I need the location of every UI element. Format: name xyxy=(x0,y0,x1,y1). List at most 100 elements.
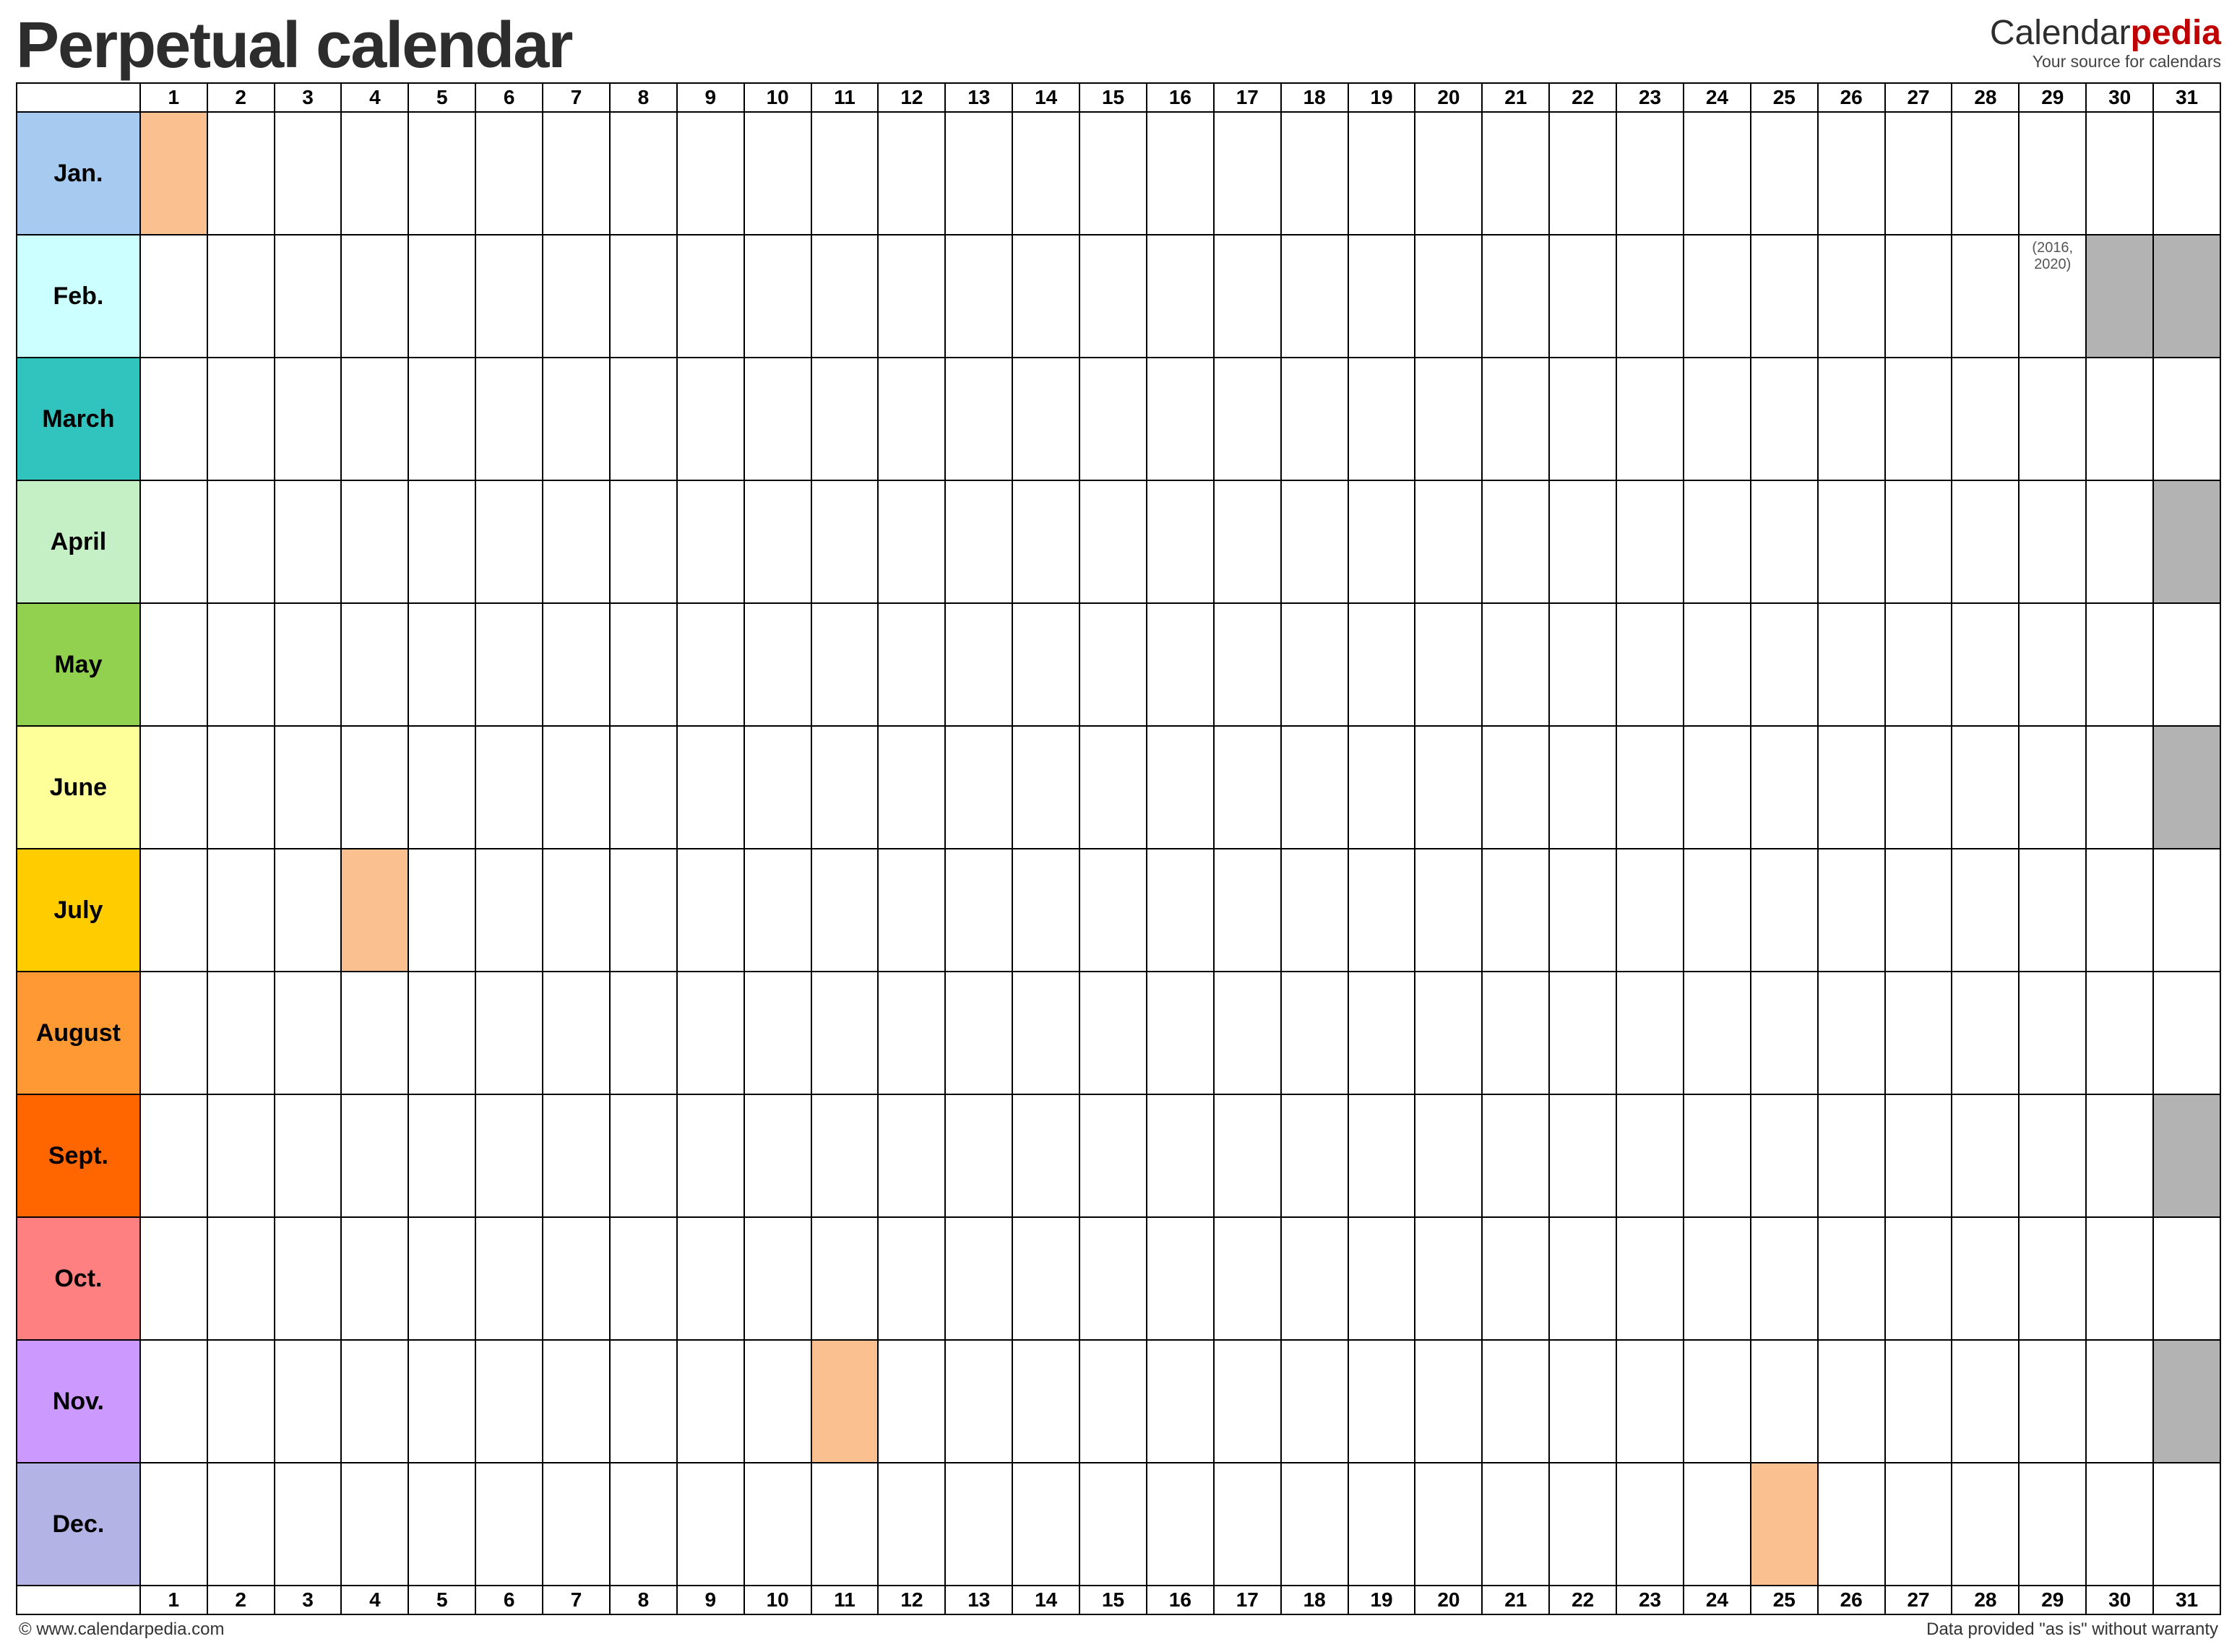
footer-right: Data provided "as is" without warranty xyxy=(1926,1619,2218,1640)
day-header-bottom-7: 7 xyxy=(543,1586,610,1614)
cell-nov-14 xyxy=(1012,1340,1079,1463)
cell-oct-10 xyxy=(744,1217,811,1340)
corner-blank-top xyxy=(17,83,140,112)
month-header-august: August xyxy=(17,972,140,1094)
day-header-bottom-30: 30 xyxy=(2086,1586,2153,1614)
cell-march-20 xyxy=(1415,358,1482,480)
cell-sept-4 xyxy=(341,1094,408,1217)
cell-nov-10 xyxy=(744,1340,811,1463)
cell-jan-23 xyxy=(1616,112,1684,235)
cell-nov-7 xyxy=(543,1340,610,1463)
cell-sept-29 xyxy=(2019,1094,2086,1217)
cell-nov-18 xyxy=(1281,1340,1348,1463)
cell-april-10 xyxy=(744,480,811,603)
cell-july-8 xyxy=(610,849,677,972)
day-header-bottom-14: 14 xyxy=(1012,1586,1079,1614)
cell-april-17 xyxy=(1214,480,1281,603)
month-header-nov: Nov. xyxy=(17,1340,140,1463)
cell-feb-18 xyxy=(1281,235,1348,358)
cell-may-9 xyxy=(677,603,744,726)
cell-june-22 xyxy=(1549,726,1616,849)
cell-august-16 xyxy=(1147,972,1214,1094)
cell-april-1 xyxy=(140,480,207,603)
cell-july-11 xyxy=(811,849,879,972)
day-header-bottom-21: 21 xyxy=(1482,1586,1549,1614)
cell-sept-3 xyxy=(275,1094,342,1217)
cell-august-22 xyxy=(1549,972,1616,1094)
cell-june-21 xyxy=(1482,726,1549,849)
cell-dec-8 xyxy=(610,1463,677,1586)
cell-july-29 xyxy=(2019,849,2086,972)
footer-left: © www.calendarpedia.com xyxy=(19,1619,224,1640)
day-header-bottom-6: 6 xyxy=(475,1586,543,1614)
cell-feb-14 xyxy=(1012,235,1079,358)
cell-dec-21 xyxy=(1482,1463,1549,1586)
cell-july-18 xyxy=(1281,849,1348,972)
cell-may-2 xyxy=(207,603,275,726)
cell-sept-5 xyxy=(408,1094,475,1217)
day-header-bottom-25: 25 xyxy=(1751,1586,1818,1614)
cell-july-17 xyxy=(1214,849,1281,972)
cell-august-8 xyxy=(610,972,677,1094)
cell-jan-7 xyxy=(543,112,610,235)
cell-june-29 xyxy=(2019,726,2086,849)
cell-feb-12 xyxy=(878,235,945,358)
cell-may-21 xyxy=(1482,603,1549,726)
cell-august-13 xyxy=(945,972,1012,1094)
cell-june-16 xyxy=(1147,726,1214,849)
cell-dec-13 xyxy=(945,1463,1012,1586)
cell-august-12 xyxy=(878,972,945,1094)
cell-july-1 xyxy=(140,849,207,972)
cell-july-25 xyxy=(1751,849,1818,972)
month-header-may: May xyxy=(17,603,140,726)
cell-may-26 xyxy=(1818,603,1885,726)
cell-june-2 xyxy=(207,726,275,849)
cell-jan-28 xyxy=(1952,112,2019,235)
cell-july-27 xyxy=(1885,849,1952,972)
cell-june-18 xyxy=(1281,726,1348,849)
cell-oct-5 xyxy=(408,1217,475,1340)
day-header-top-1: 1 xyxy=(140,83,207,112)
cell-march-15 xyxy=(1079,358,1147,480)
cell-sept-8 xyxy=(610,1094,677,1217)
cell-dec-23 xyxy=(1616,1463,1684,1586)
cell-oct-31 xyxy=(2153,1217,2220,1340)
cell-nov-6 xyxy=(475,1340,543,1463)
cell-oct-25 xyxy=(1751,1217,1818,1340)
day-header-bottom-8: 8 xyxy=(610,1586,677,1614)
cell-sept-11 xyxy=(811,1094,879,1217)
cell-april-20 xyxy=(1415,480,1482,603)
cell-july-14 xyxy=(1012,849,1079,972)
cell-august-29 xyxy=(2019,972,2086,1094)
brand-part2: pedia xyxy=(2131,14,2221,52)
cell-march-2 xyxy=(207,358,275,480)
cell-feb-10 xyxy=(744,235,811,358)
cell-nov-25 xyxy=(1751,1340,1818,1463)
cell-oct-26 xyxy=(1818,1217,1885,1340)
day-header-top-29: 29 xyxy=(2019,83,2086,112)
cell-august-26 xyxy=(1818,972,1885,1094)
cell-dec-24 xyxy=(1684,1463,1751,1586)
day-header-top-27: 27 xyxy=(1885,83,1952,112)
cell-sept-27 xyxy=(1885,1094,1952,1217)
cell-august-24 xyxy=(1684,972,1751,1094)
cell-april-27 xyxy=(1885,480,1952,603)
day-header-top-25: 25 xyxy=(1751,83,1818,112)
cell-may-14 xyxy=(1012,603,1079,726)
cell-july-16 xyxy=(1147,849,1214,972)
cell-feb-21 xyxy=(1482,235,1549,358)
day-header-top-18: 18 xyxy=(1281,83,1348,112)
cell-april-11 xyxy=(811,480,879,603)
cell-june-25 xyxy=(1751,726,1818,849)
cell-june-7 xyxy=(543,726,610,849)
cell-march-1 xyxy=(140,358,207,480)
cell-jan-21 xyxy=(1482,112,1549,235)
cell-april-9 xyxy=(677,480,744,603)
cell-april-18 xyxy=(1281,480,1348,603)
cell-feb-25 xyxy=(1751,235,1818,358)
cell-jan-12 xyxy=(878,112,945,235)
cell-nov-24 xyxy=(1684,1340,1751,1463)
day-header-top-13: 13 xyxy=(945,83,1012,112)
cell-feb-16 xyxy=(1147,235,1214,358)
cell-jan-27 xyxy=(1885,112,1952,235)
